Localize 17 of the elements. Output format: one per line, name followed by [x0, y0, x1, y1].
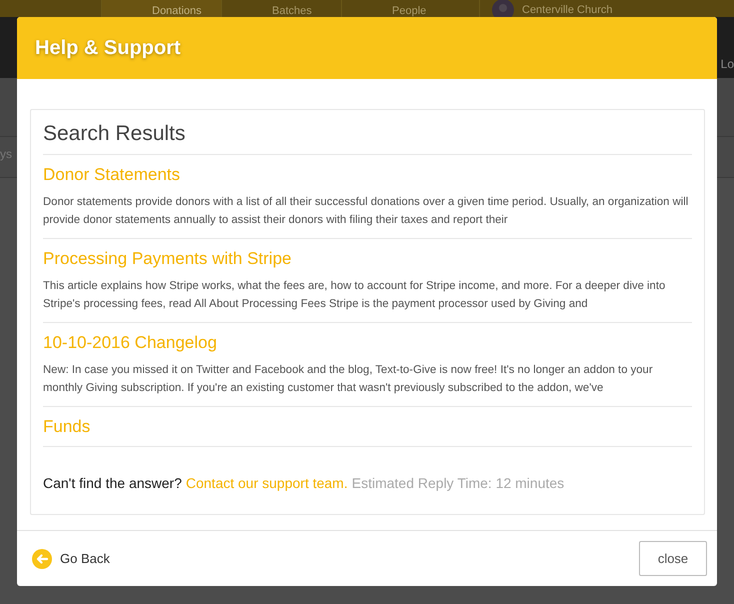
result-title-link[interactable]: Donor Statements	[43, 165, 180, 185]
background-text: Lo	[720, 57, 734, 71]
nav-tab[interactable]: Donations	[101, 0, 221, 17]
result-excerpt: This article explains how Stripe works, what the fees are, how to account for Stripe income, and more. For a deeper dive into Stripe's processing fees, read All About Processing Fees Stripe is the payment processor used by Giving and	[43, 279, 666, 312]
account-name: Centerville Church	[522, 4, 612, 17]
result-title-link[interactable]: Processing Payments with Stripe	[43, 249, 292, 269]
contact-link[interactable]: Contact our support team.	[186, 475, 348, 491]
close-button[interactable]: close	[639, 541, 707, 576]
result-title-link[interactable]: 10-10-2016 Changelog	[43, 333, 217, 353]
reply-time: Estimated Reply Time: 12 minutes	[352, 475, 564, 491]
result-title-link[interactable]: Funds	[43, 417, 90, 437]
results-heading: Search Results	[43, 122, 692, 155]
dialog-title: Help & Support	[35, 36, 181, 60]
result-excerpt: New: In case you missed it on Twitter and Facebook and the blog, Text-to-Give is now free! It's no longer an addon to your monthly Giving subscription. If you're an existing customer that wasn't previously subscribed to the addon, we've	[43, 363, 654, 396]
result-excerpt: Donor statements provide donors with a list of all their successful donations over a given time period. Usually, an organization will provide donor statements annually to assist their donors with filing their taxes and report their	[43, 195, 690, 228]
help-prompt: Can't find the answer?	[43, 475, 182, 491]
go-back-link[interactable]: Go Back	[32, 548, 110, 568]
